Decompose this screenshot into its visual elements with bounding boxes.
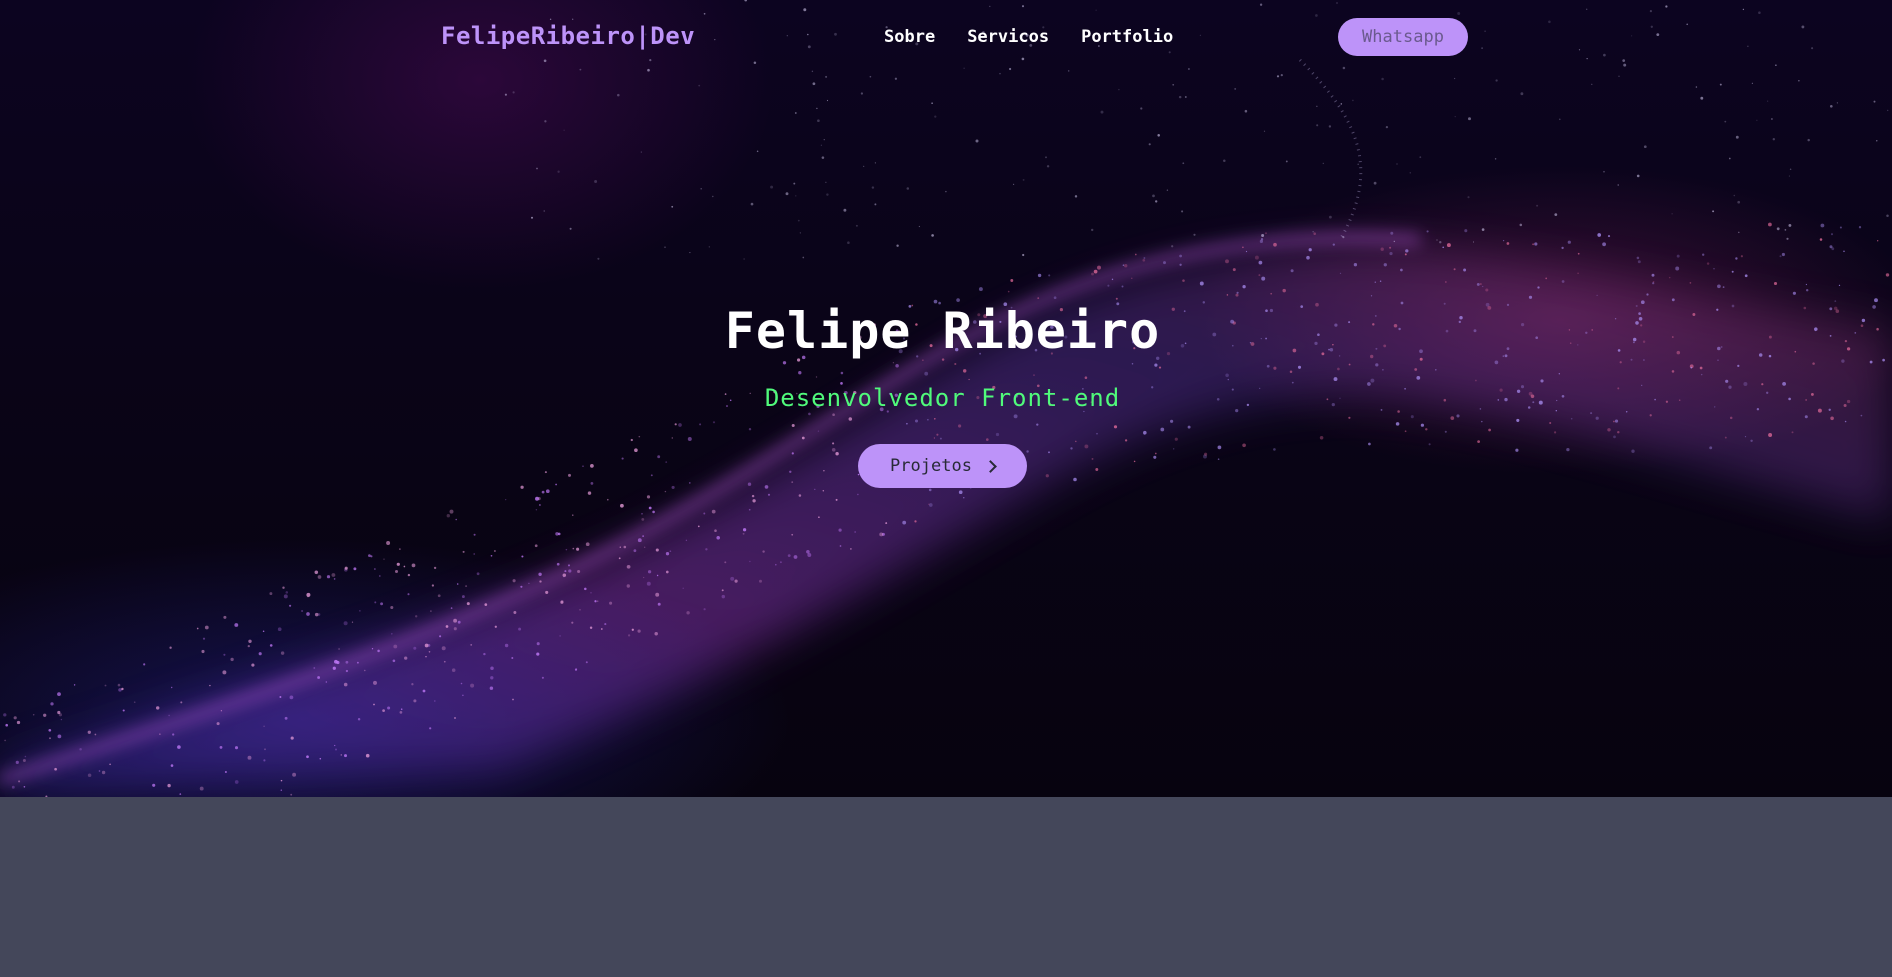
hero-section: FelipeRibeiro|Dev Sobre Servicos Portfol… [0,0,1892,797]
hero-subtitle: Desenvolvedor Front-end [764,384,1121,412]
whatsapp-button[interactable]: Whatsapp [1338,18,1468,56]
nav-menu: Sobre Servicos Portfolio [884,27,1173,47]
projects-button[interactable]: Projetos [858,444,1027,488]
nav-link-servicos[interactable]: Servicos [967,27,1049,47]
nav-link-portfolio[interactable]: Portfolio [1081,27,1173,47]
nav-link-sobre[interactable]: Sobre [884,27,935,47]
chevron-right-icon [984,459,997,473]
hero-title: Felipe Ribeiro [724,302,1161,360]
content-section [0,797,1892,977]
top-navbar: FelipeRibeiro|Dev Sobre Servicos Portfol… [0,0,1892,74]
site-logo[interactable]: FelipeRibeiro|Dev [441,22,695,50]
projects-button-label: Projetos [890,456,972,476]
